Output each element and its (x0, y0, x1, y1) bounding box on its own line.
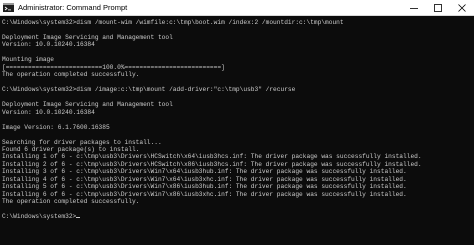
window-controls (402, 0, 474, 15)
window-title: Administrator: Command Prompt (18, 3, 128, 12)
minimize-button[interactable] (402, 0, 426, 15)
command-prompt-line: C:\Windows\system32> (2, 213, 468, 220)
console-line: The operation completed successfully. (2, 71, 140, 79)
console-line: Installing 2 of 6 - c:\tmp\usb3\Drivers\… (2, 160, 422, 168)
console-line: Installing 3 of 6 - c:\tmp\usb3\Drivers\… (2, 168, 407, 176)
console-line: Installing 4 of 6 - c:\tmp\usb3\Drivers\… (2, 175, 407, 183)
console-line: Searching for driver packages to install… (2, 138, 162, 146)
console-line: Installing 5 of 6 - c:\tmp\usb3\Drivers\… (2, 183, 407, 191)
close-icon (458, 3, 466, 12)
vertical-scrollbar[interactable] (469, 16, 474, 245)
command-prompt-window: Administrator: Command Prompt C:\Windows… (0, 0, 474, 245)
maximize-icon (434, 3, 442, 12)
console-line: Version: 10.0.10240.16384 (2, 41, 95, 49)
console-line: C:\Windows\system32>dism /mount-wim /wim… (2, 19, 344, 26)
title-bar[interactable]: Administrator: Command Prompt (0, 0, 474, 16)
close-button[interactable] (450, 0, 474, 15)
console-line: Mounting image (2, 56, 54, 64)
console-line: Version: 10.0.10240.16384 (2, 108, 95, 116)
console-line: [==========================100.0%=======… (2, 63, 225, 71)
maximize-button[interactable] (426, 0, 450, 15)
text-cursor (76, 217, 81, 219)
console-line: Installing 1 of 6 - c:\tmp\usb3\Drivers\… (2, 153, 422, 161)
console-line: Found 6 driver package(s) to install. (2, 145, 140, 153)
console-line: Deployment Image Servicing and Managemen… (2, 33, 173, 41)
console-line: Deployment Image Servicing and Managemen… (2, 101, 173, 109)
console-line: The operation completed successfully. (2, 198, 140, 206)
console-line: C:\Windows\system32>dism /image:c:\tmp\m… (2, 86, 296, 94)
console-line: Installing 6 of 6 - c:\tmp\usb3\Drivers\… (2, 190, 407, 198)
console-output[interactable]: C:\Windows\system32>dism /mount-wim /wim… (2, 19, 468, 243)
cmd-icon (3, 3, 14, 12)
console-line: Image Version: 6.1.7600.16385 (2, 123, 110, 131)
minimize-icon (410, 7, 418, 9)
